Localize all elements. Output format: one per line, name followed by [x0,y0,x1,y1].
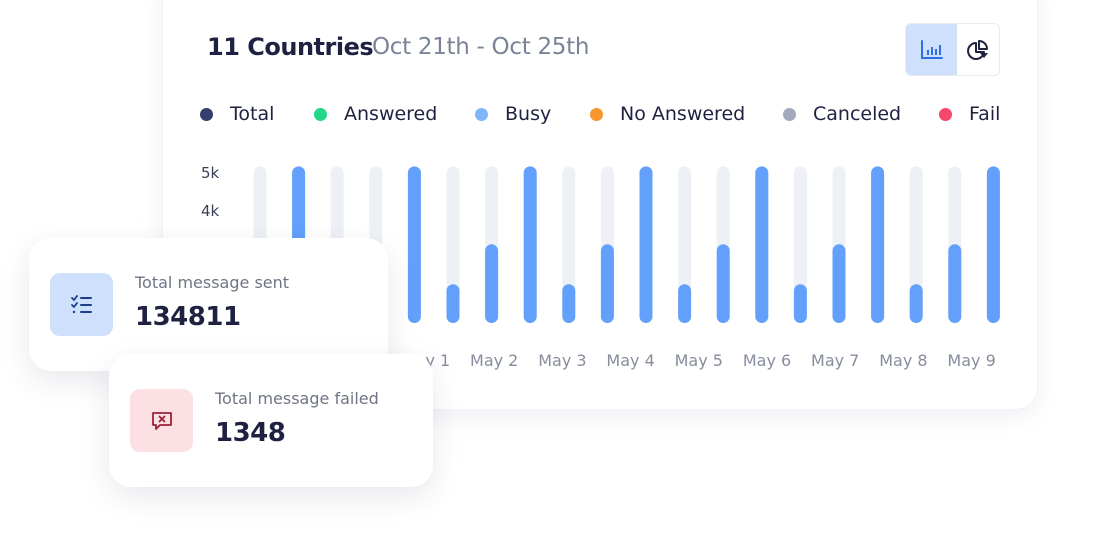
bar[interactable] [755,166,769,323]
x-tick-label: May 5 [674,351,723,370]
x-tick-label: May 2 [470,351,519,370]
bar[interactable] [716,244,730,323]
bar[interactable] [600,244,614,323]
message-x-icon [151,411,172,430]
bar[interactable] [871,166,885,323]
bar[interactable] [909,284,923,323]
stat-card-sent: Total message sent 134811 [29,238,388,371]
stat-label: Total message failed [215,389,379,408]
stat-value: 1348 [215,418,286,448]
bar[interactable] [678,284,692,323]
bar[interactable] [793,284,807,323]
x-tick-label: May 6 [742,351,792,370]
checklist-icon [70,294,92,313]
x-tick-label: May 8 [879,351,928,370]
x-tick-label: May 7 [811,351,860,370]
bar[interactable] [407,166,421,323]
x-tick-label: May 9 [947,351,996,370]
bar[interactable] [986,166,1000,323]
stat-icon-bg [130,389,193,452]
stat-card-failed: Total message failed 1348 [109,354,433,487]
bar[interactable] [639,166,653,323]
bar[interactable] [446,284,460,323]
stat-value: 134811 [135,302,241,332]
bar[interactable] [485,244,499,323]
bar[interactable] [832,244,846,323]
bar[interactable] [948,244,962,323]
x-tick-label: May 4 [606,351,655,370]
stat-icon-bg [50,273,113,336]
x-tick-label: May 3 [538,351,587,370]
bar[interactable] [523,166,537,323]
bar[interactable] [562,284,576,323]
stat-label: Total message sent [135,273,290,292]
